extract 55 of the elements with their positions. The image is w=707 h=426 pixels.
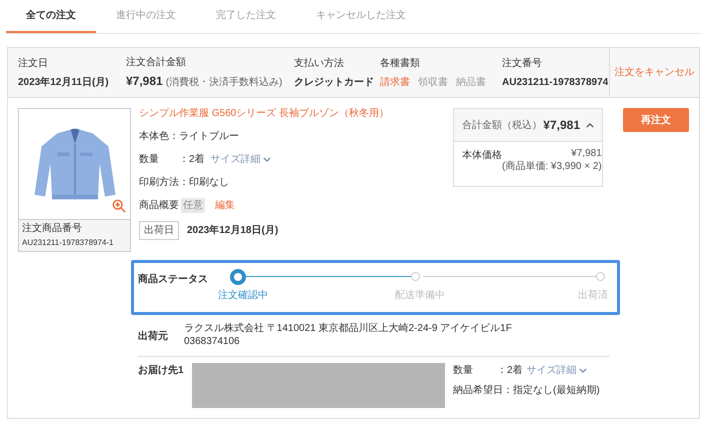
chevron-down-icon (578, 368, 587, 373)
field-note: (消費税・決済手数料込み) (166, 76, 282, 90)
field-label: 注文番号 (502, 56, 543, 70)
chevron-down-icon (262, 156, 271, 162)
status-step-label: 注文確認中 (218, 288, 268, 303)
shipper-phone: 0368374106 (184, 336, 241, 348)
line-value: ¥7,981 (570, 148, 602, 160)
product-attribute: 印刷方法：印刷なし (139, 176, 230, 190)
price-label: 合計金額（税込） (462, 118, 543, 132)
quantity-label: 数量 (453, 364, 474, 378)
attribute-label: 数量 (139, 152, 160, 166)
size-detail-toggle[interactable]: サイズ詳細 (526, 363, 587, 378)
delivery-date-value: ：指定なし(最短納期) (503, 384, 600, 398)
chevron-up-icon (586, 122, 594, 128)
delivery-date-label: 納品希望日 (453, 384, 503, 398)
status-step-label: 配送準備中 (395, 288, 445, 303)
shipper-address: ラクスル株式会社 〒1410021 東京都品川区上大崎2-24-9 アイケイビル1F (184, 323, 512, 336)
ship-date-label: 出荷日 (139, 220, 179, 240)
field-value: ¥7,981 (126, 73, 163, 90)
field-value: AU231211-1978378974 (502, 76, 608, 90)
field-value: 2023年12月11日(月) (18, 76, 110, 90)
caption-value: AU231211-1978378974-1 (22, 238, 114, 248)
total-price: ¥7,981 (543, 117, 580, 134)
delivery-label: お届け先1 (138, 364, 185, 378)
reorder-button[interactable]: 再注文 (623, 108, 689, 132)
field-label: 支払い方法 (294, 56, 345, 70)
attribute-value: ：2着 (179, 152, 205, 166)
document-link[interactable]: 納品書 (456, 74, 486, 90)
shipper-label: 出荷元 (138, 330, 169, 344)
quantity-value: ：2着 (497, 364, 523, 378)
tab[interactable]: キャンセルした注文 (296, 0, 426, 33)
field-value: クレジットカード (294, 76, 375, 90)
document-link[interactable]: 請求書 (380, 74, 410, 90)
tab[interactable]: 全ての注文 (6, 0, 96, 33)
tab[interactable]: 進行中の注文 (96, 0, 196, 33)
cancel-order-link[interactable]: 注文をキャンセル (614, 65, 694, 80)
product-attribute: 本体色：ライトブルー (139, 130, 240, 144)
size-detail-toggle[interactable]: サイズ詳細 (210, 152, 271, 166)
product-title[interactable]: シンプル作業服 G560シリーズ 長袖ブルゾン（秋冬用） (139, 108, 453, 120)
status-step-label: 出荷済 (578, 288, 608, 303)
status-label: 商品ステータス (138, 272, 209, 285)
attribute-label: 商品概要 (139, 198, 179, 212)
document-link[interactable]: 領収書 (418, 74, 448, 90)
zoom-in-icon[interactable] (112, 199, 126, 213)
collapse-toggle[interactable] (586, 122, 594, 128)
caption-label: 注文商品番号 (22, 223, 83, 236)
ship-date-value: 2023年12月18日(月) (187, 224, 278, 238)
field-label: 注文合計金額 (126, 56, 187, 70)
field-label: 各種書類 (380, 56, 421, 70)
line-note: (商品単価: ¥3,990 × 2) (502, 160, 602, 173)
tab[interactable]: 完了した注文 (196, 0, 296, 33)
field-label: 注文日 (18, 56, 49, 70)
edit-link[interactable]: 編集 (215, 198, 235, 212)
line-label: 本体価格 (462, 148, 502, 163)
tag: 任意 (181, 198, 205, 212)
